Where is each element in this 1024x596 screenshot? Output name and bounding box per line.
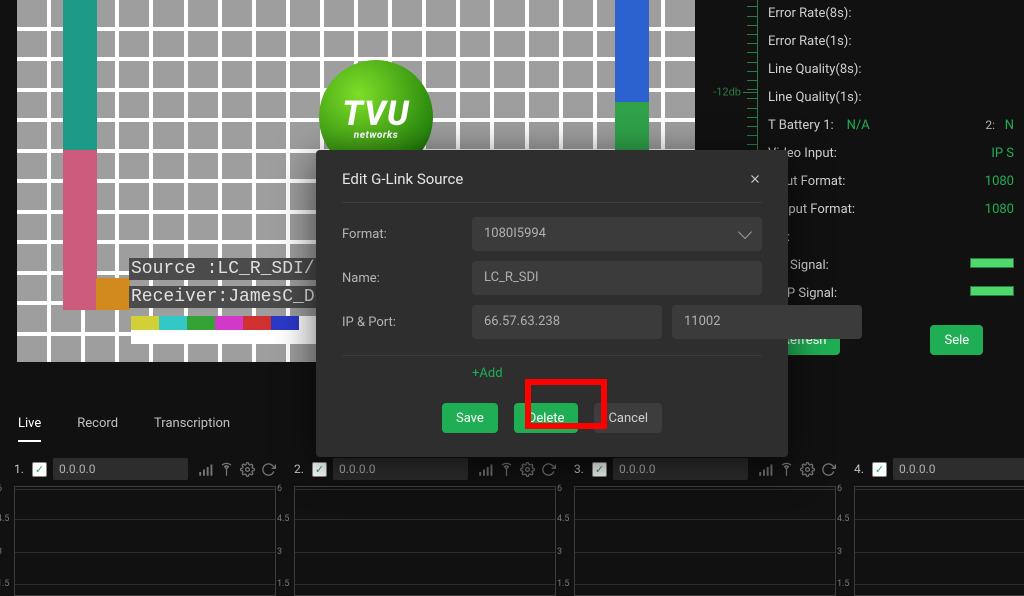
- stream-ip[interactable]: 0.0.0.0: [333, 458, 468, 480]
- stream-1: 1. ✓ 0.0.0.0 64.531.5: [14, 458, 276, 596]
- bar-blue: [615, 0, 649, 102]
- lq1-label: Line Quality(1s):: [768, 90, 862, 105]
- input-format-val: 1080: [985, 174, 1014, 189]
- ifb-signal-bar: [970, 258, 1014, 268]
- port-input[interactable]: [672, 305, 862, 339]
- error8-label: Error Rate(8s):: [768, 6, 851, 21]
- status-panel: for (let i=0;i<=40;i++){ document.write(…: [768, 0, 1024, 355]
- stream-ip[interactable]: 0.0.0.0: [53, 458, 188, 480]
- stream-ip[interactable]: 0.0.0.0: [893, 458, 1024, 480]
- antenna-icon[interactable]: [779, 462, 794, 477]
- stream-2: 2. ✓ 0.0.0.0 64.531.5: [294, 458, 556, 596]
- refresh-icon[interactable]: [821, 462, 836, 477]
- edit-glink-dialog: Edit G-Link Source Format: 1080I5994 Nam…: [316, 150, 788, 457]
- format-label: Format:: [342, 227, 472, 242]
- stream-checkbox[interactable]: ✓: [312, 462, 327, 477]
- divider: [342, 355, 762, 356]
- refresh-icon[interactable]: [261, 462, 276, 477]
- dialog-title: Edit G-Link Source: [342, 170, 463, 188]
- lq8-label: Line Quality(8s):: [768, 62, 862, 77]
- source-text: Source :LC_R_SDI/5: [129, 258, 327, 280]
- antenna-icon[interactable]: [219, 462, 234, 477]
- close-icon[interactable]: [748, 172, 762, 186]
- name-input[interactable]: [472, 261, 762, 295]
- stream-chart: 64.531.5: [294, 486, 556, 596]
- error1-label: Error Rate(1s):: [768, 34, 851, 49]
- bar-green2: [615, 102, 649, 150]
- refresh-icon[interactable]: [541, 462, 556, 477]
- ip-input[interactable]: [472, 305, 662, 339]
- color-bars-white: [131, 330, 327, 344]
- bar-pink: [63, 150, 97, 310]
- stream-ip[interactable]: 0.0.0.0: [613, 458, 748, 480]
- voip-signal-bar: [970, 286, 1014, 296]
- cancel-button[interactable]: Cancel: [594, 403, 662, 433]
- stream-checkbox[interactable]: ✓: [592, 462, 607, 477]
- stream-4: 4. ✓ 0.0.0.0 64.531.5: [854, 458, 1024, 596]
- gear-icon[interactable]: [240, 462, 255, 477]
- tab-transcription[interactable]: Transcription: [154, 416, 230, 442]
- stream-index: 3.: [574, 462, 586, 476]
- delete-button[interactable]: Delete: [514, 403, 579, 433]
- format-value: 1080I5994: [484, 217, 546, 251]
- bar-orange: [96, 278, 130, 310]
- tbat-val: N/A: [847, 118, 870, 133]
- signal-icon: [478, 462, 493, 477]
- stream-checkbox[interactable]: ✓: [32, 462, 47, 477]
- tbat2-val: N: [1005, 118, 1014, 133]
- streams: (function(){ const icons = ` <span class…: [14, 458, 1024, 596]
- color-bars: [131, 316, 327, 330]
- tabs: Live Record Transcription: [18, 416, 230, 442]
- stream-index: 1.: [14, 462, 26, 476]
- tab-live[interactable]: Live: [18, 416, 41, 442]
- db-12: -12db: [713, 86, 741, 99]
- receiver-text: Receiver:JamesC_Dem: [129, 286, 338, 308]
- tab-record[interactable]: Record: [77, 416, 118, 442]
- stream-index: 2.: [294, 462, 306, 476]
- stream-chart: 64.531.5: [14, 486, 276, 596]
- ipport-label: IP & Port:: [342, 315, 472, 330]
- stream-chart: 64.531.5: [854, 486, 1024, 596]
- antenna-icon[interactable]: [499, 462, 514, 477]
- bar-green: [63, 0, 97, 150]
- video-input-val: IP S: [991, 146, 1014, 161]
- logo-small: networks: [354, 130, 398, 141]
- tbat2-label: 2:: [985, 118, 995, 132]
- gear-icon[interactable]: [800, 462, 815, 477]
- chevron-down-icon: [738, 225, 752, 239]
- tbat-label: T Battery 1:: [768, 118, 834, 133]
- signal-icon: [758, 462, 773, 477]
- signal-icon: [198, 462, 213, 477]
- stream-checkbox[interactable]: ✓: [872, 462, 887, 477]
- name-label: Name:: [342, 271, 472, 286]
- add-link[interactable]: +Add: [472, 366, 762, 381]
- logo-big: TVU: [342, 94, 409, 134]
- output-format-val: 1080: [985, 202, 1014, 217]
- select-button[interactable]: Sele: [930, 325, 983, 355]
- save-button[interactable]: Save: [442, 403, 498, 433]
- stream-3: 3. ✓ 0.0.0.0 64.531.5: [574, 458, 836, 596]
- stream-index: 4.: [854, 462, 866, 476]
- stream-chart: 64.531.5: [574, 486, 836, 596]
- format-select[interactable]: 1080I5994: [472, 217, 762, 251]
- gear-icon[interactable]: [520, 462, 535, 477]
